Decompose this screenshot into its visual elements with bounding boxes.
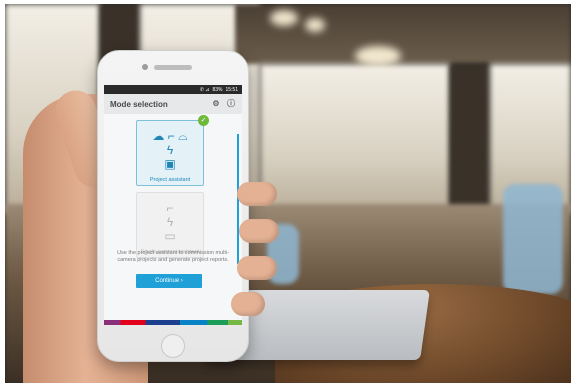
speaker-grille [154,65,192,70]
finger [231,292,265,316]
gear-icon[interactable]: ⚙ [211,99,221,109]
finger [239,219,279,243]
photo-frame: ✆ ⊿ 83% 15:51 Mode selection ⚙ ⓘ ✓ ☁ ⌐ ⌓… [5,4,571,383]
info-icon[interactable]: ⓘ [226,99,236,109]
ceiling-lamp [270,10,298,26]
single-camera-icon: ⌐ ϟ ▭ [164,201,176,243]
ceiling-lamp [305,18,325,32]
brand-color-strip [104,320,242,325]
finger [237,182,277,206]
page-title: Mode selection [110,99,168,109]
mode-selection-content: ✓ ☁ ⌐ ⌓ ϟ ▣ Project assistant ⌐ ϟ ▭ Single c… [104,114,242,325]
background-column [450,64,490,224]
ceiling-lamp [355,46,401,66]
continue-button[interactable]: Continue › [136,274,202,288]
background-chair [503,184,563,294]
option-single-camera-assistant[interactable]: ⌐ ϟ ▭ Single camera assistant [136,192,204,258]
front-camera [142,64,148,70]
status-bar: ✆ ⊿ 83% 15:51 [104,85,242,94]
status-time: 15:51 [225,86,238,93]
battery-level: 83% [212,86,223,93]
option-label: Project assistant [149,177,191,183]
project-assistant-icon: ☁ ⌐ ⌓ ϟ ▣ [152,129,188,171]
option-project-assistant[interactable]: ✓ ☁ ⌐ ⌓ ϟ ▣ Project assistant [136,115,209,186]
app-bar: Mode selection ⚙ ⓘ [104,94,242,114]
background-window-right [260,64,450,214]
signal-icon: ✆ ⊿ [199,86,210,93]
mode-description: Use the project assistant to commission … [117,250,229,263]
checkmark-icon: ✓ [198,115,209,126]
home-button[interactable] [161,334,185,358]
phone-screen: ✆ ⊿ 83% 15:51 Mode selection ⚙ ⓘ ✓ ☁ ⌐ ⌓… [104,85,242,325]
smartphone: ✆ ⊿ 83% 15:51 Mode selection ⚙ ⓘ ✓ ☁ ⌐ ⌓… [97,50,249,362]
finger [237,256,277,280]
